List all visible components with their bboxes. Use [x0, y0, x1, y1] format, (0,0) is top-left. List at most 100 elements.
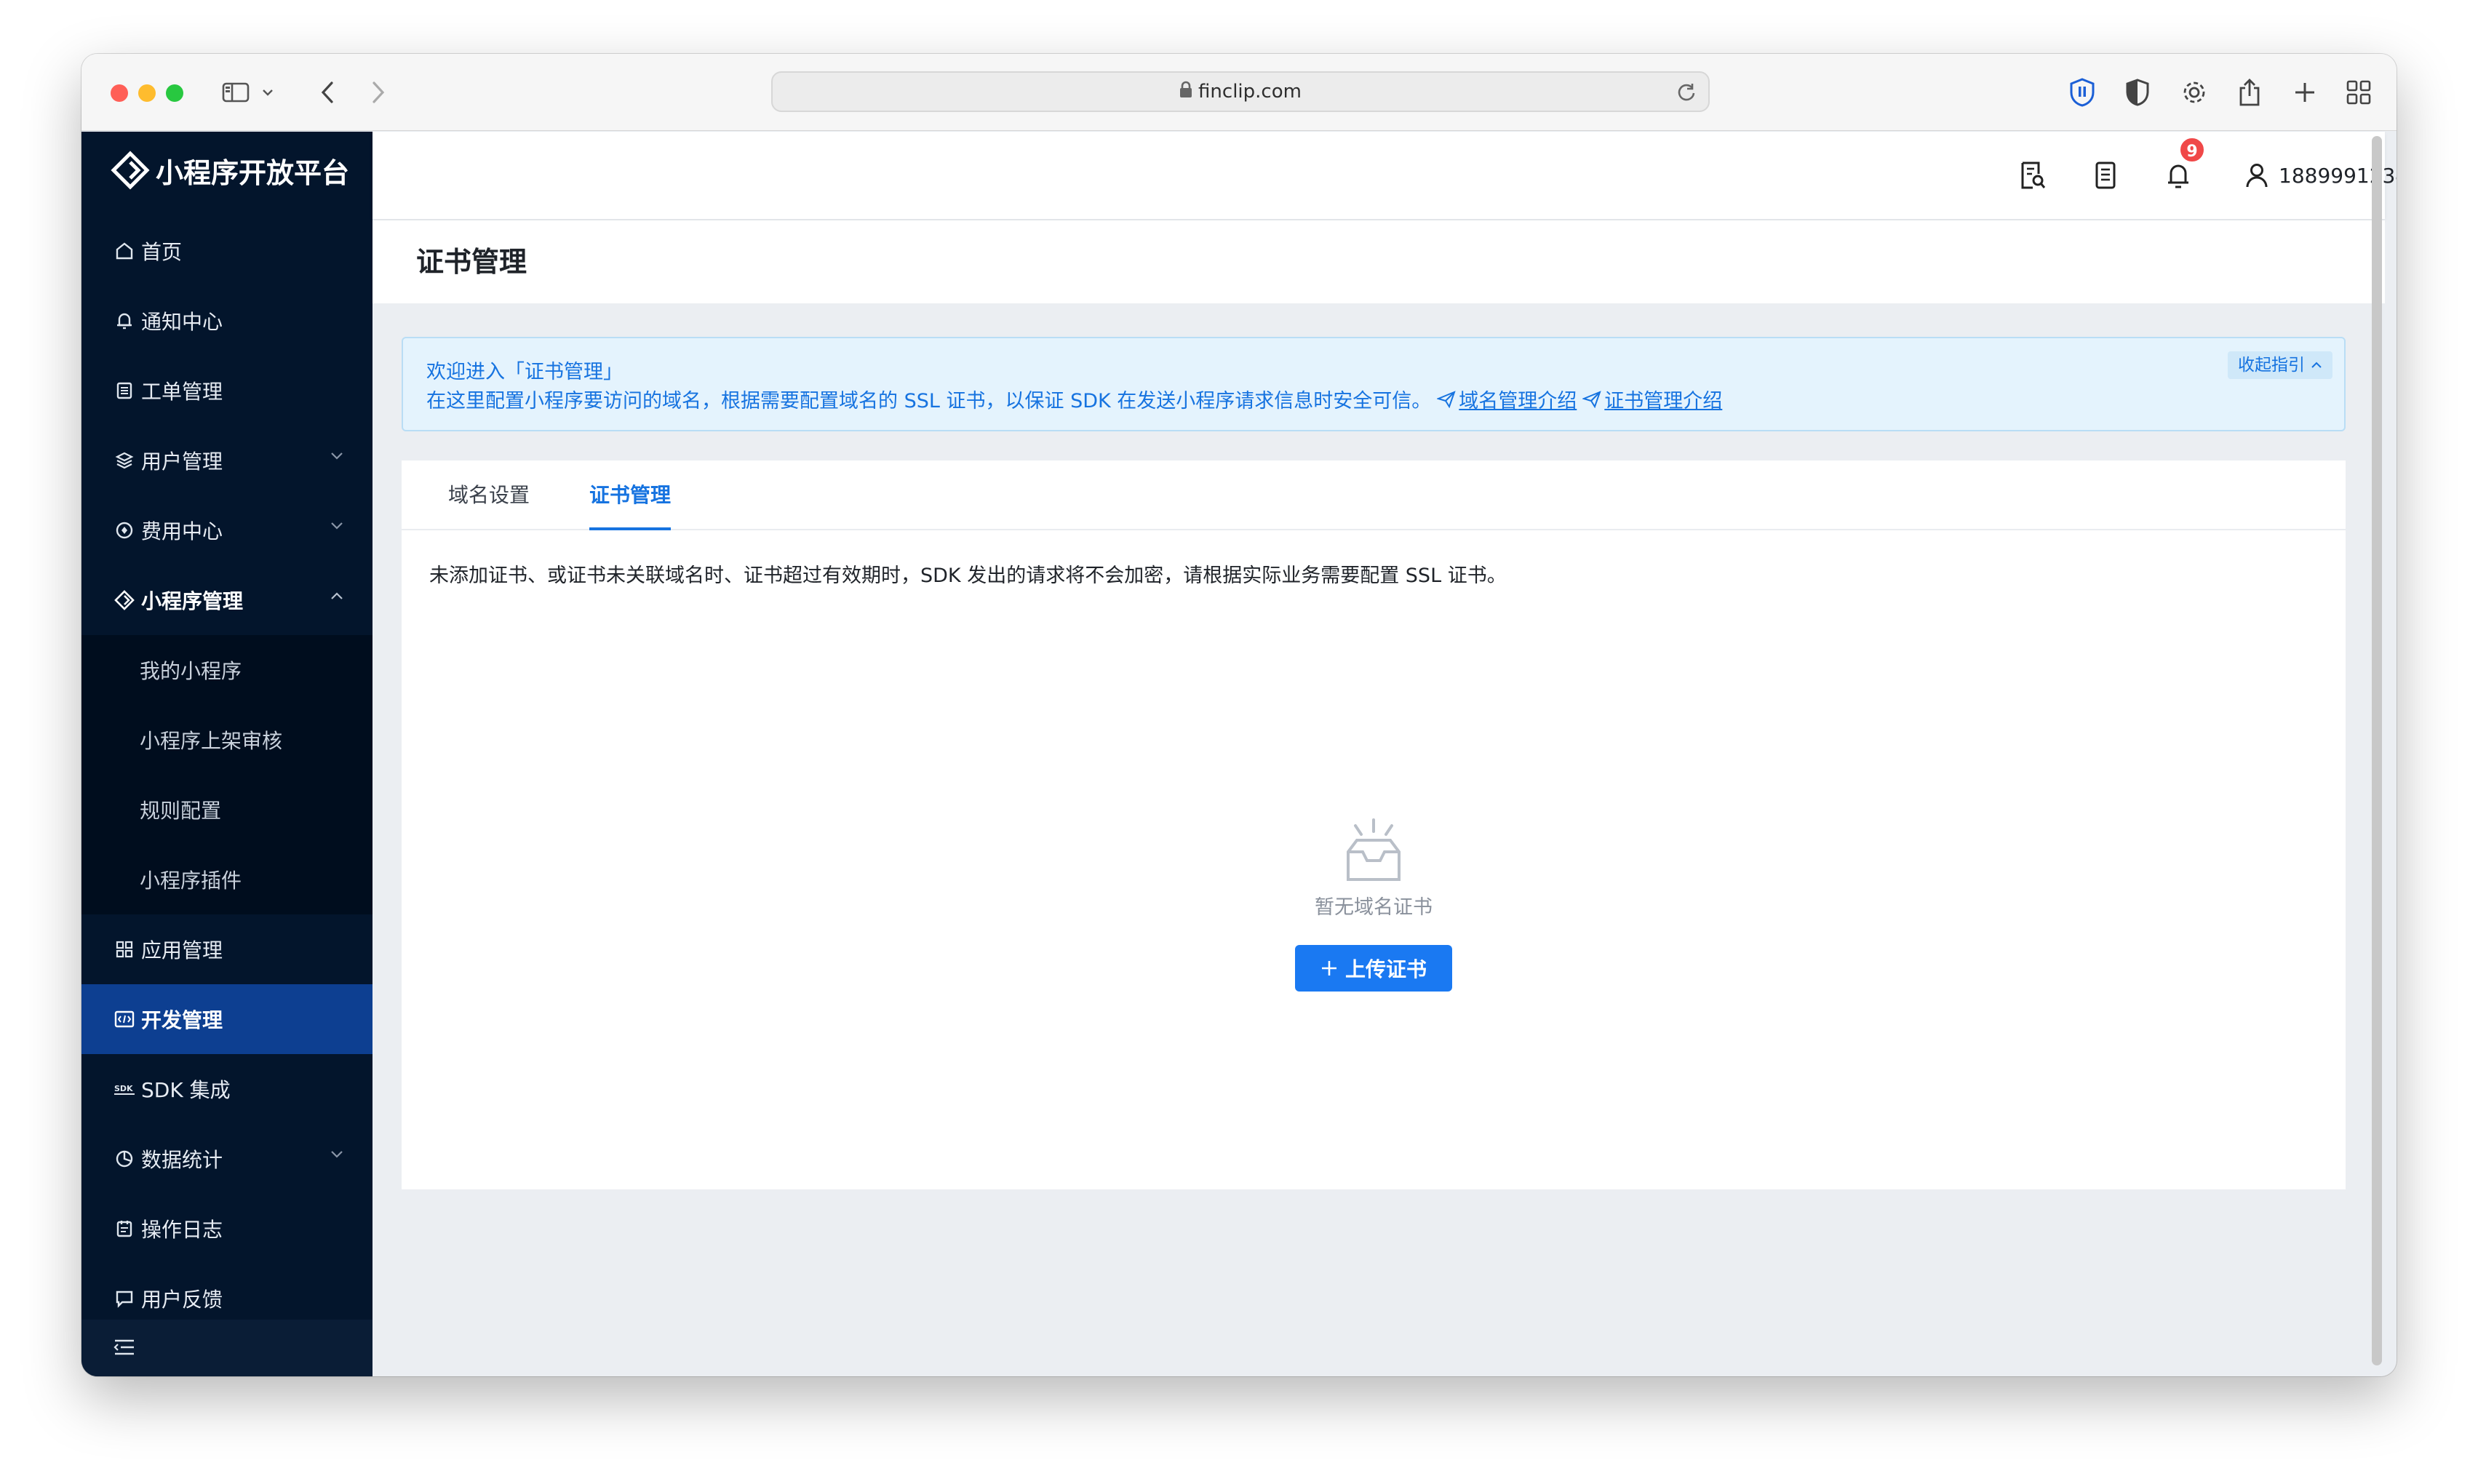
active-tab-indicator — [589, 527, 672, 530]
user-icon — [2245, 162, 2268, 188]
chevron-down-icon — [330, 452, 343, 460]
tab-bar: 域名设置 证书管理 — [402, 460, 2346, 530]
sidebar-item-sdk[interactable]: SDK SDK 集成 — [81, 1054, 373, 1124]
sidebar-item-logs[interactable]: 操作日志 — [81, 1194, 373, 1264]
sidebar-subitem-plugins[interactable]: 小程序插件 — [81, 845, 373, 914]
close-window-button[interactable] — [111, 84, 128, 102]
collapse-guide-button[interactable]: 收起指引 — [2228, 351, 2332, 379]
collapse-guide-label: 收起指引 — [2238, 356, 2305, 375]
feedback-icon — [113, 1288, 135, 1309]
sidebar-item-miniapp-management[interactable]: 小程序管理 — [81, 565, 373, 635]
chevron-down-icon — [330, 1150, 343, 1159]
notification-badge: 9 — [2178, 136, 2206, 164]
submenu-miniapp: 我的小程序 小程序上架审核 规则配置 小程序插件 — [81, 635, 373, 914]
svg-text:SDK: SDK — [114, 1084, 133, 1093]
back-icon[interactable] — [311, 76, 343, 108]
tab-overview-icon[interactable] — [2343, 76, 2375, 108]
sidebar-item-apps[interactable]: 应用管理 — [81, 914, 373, 984]
sidebar-item-tickets[interactable]: 工单管理 — [81, 356, 373, 426]
new-tab-icon[interactable] — [2289, 76, 2321, 108]
tab-domain-settings[interactable]: 域名设置 — [448, 460, 530, 530]
send-icon — [1437, 390, 1456, 408]
document-icon[interactable] — [2088, 158, 2123, 193]
share-icon[interactable] — [2234, 76, 2266, 108]
tab-label: 域名设置 — [448, 483, 530, 507]
bell-icon — [113, 310, 135, 332]
sidebar: 小程序开放平台 首页 通知中心 工单管理 用户管理 费用中心 小程序管理 我的小… — [81, 132, 373, 1376]
page-header: 证书管理 — [373, 220, 2385, 303]
sidebar-item-dev-management[interactable]: 开发管理 — [81, 984, 373, 1054]
sidebar-item-label: 应用管理 — [141, 938, 223, 962]
menu-collapse-icon[interactable] — [113, 1337, 135, 1357]
tab-cert-management[interactable]: 证书管理 — [589, 460, 672, 530]
guide-banner: 欢迎进入「证书管理」 在这里配置小程序要访问的域名，根据需要配置域名的 SSL … — [402, 337, 2346, 431]
sidebar-subitem-review[interactable]: 小程序上架审核 — [81, 705, 373, 775]
sidebar-subitem-my-miniapps[interactable]: 我的小程序 — [81, 635, 373, 705]
sidebar-item-label: 工单管理 — [141, 380, 223, 404]
sidebar-item-billing[interactable]: 费用中心 — [81, 495, 373, 565]
maximize-window-button[interactable] — [166, 84, 183, 102]
main-content: 9 18899912345 证书管理 欢迎进入「证书管理」 在这里配置小程序要访… — [373, 132, 2397, 1376]
sidebar-item-label: 用户反馈 — [141, 1288, 223, 1312]
browser-toolbar: finclip.com — [81, 54, 2397, 131]
reload-icon[interactable] — [1676, 81, 1697, 102]
tab-label: 证书管理 — [589, 483, 672, 507]
miniapp-icon — [113, 589, 135, 611]
sidebar-item-label: 我的小程序 — [140, 659, 242, 683]
address-bar[interactable]: finclip.com — [771, 71, 1710, 112]
upload-cert-label: 上传证书 — [1344, 957, 1427, 981]
home-icon — [113, 240, 135, 262]
logo[interactable]: 小程序开放平台 — [111, 151, 349, 190]
sidebar-item-label: 小程序上架审核 — [140, 729, 283, 753]
top-bar: 9 18899912345 — [373, 132, 2397, 219]
sidebar-item-statistics[interactable]: 数据统计 — [81, 1124, 373, 1194]
lock-icon — [1179, 73, 1192, 111]
empty-state: 暂无域名证书 — [402, 817, 2346, 919]
empty-state-text: 暂无域名证书 — [1315, 896, 1433, 919]
sidebar-item-label: 操作日志 — [141, 1218, 223, 1242]
content-panel: 域名设置 证书管理 未添加证书、或证书未关联域名时、证书超过有效期时，SDK 发… — [402, 460, 2346, 1189]
chevron-up-icon — [2311, 362, 2322, 369]
forward-icon[interactable] — [362, 76, 394, 108]
guide-description-row: 在这里配置小程序要访问的域名，根据需要配置域名的 SSL 证书，以保证 SDK … — [426, 385, 1722, 413]
sidebar-item-label: 费用中心 — [141, 519, 223, 543]
sidebar-item-label: 规则配置 — [140, 799, 222, 823]
logo-text: 小程序开放平台 — [156, 156, 350, 189]
cert-guide-link[interactable]: 证书管理介绍 — [1604, 385, 1722, 413]
sidebar-toggle-icon[interactable] — [220, 76, 252, 108]
code-icon — [113, 1008, 135, 1030]
guide-title: 欢迎进入「证书管理」 — [426, 361, 623, 383]
page-title: 证书管理 — [416, 246, 527, 278]
scrollbar[interactable] — [2372, 136, 2382, 1365]
empty-box-icon — [1334, 817, 1414, 887]
sidebar-item-label: 首页 — [141, 240, 183, 264]
sidebar-item-label: 小程序管理 — [141, 589, 244, 613]
browser-window: finclip.com 小程序开放平台 首页 通知中心 工单管理 用户管理 费用… — [81, 54, 2397, 1376]
privacy-icon[interactable] — [2122, 76, 2154, 108]
billing-icon — [113, 519, 135, 541]
plus-icon — [1320, 960, 1338, 977]
doc-search-icon[interactable] — [2015, 158, 2050, 193]
upload-cert-button[interactable]: 上传证书 — [1295, 945, 1452, 992]
sidebar-item-label: 小程序插件 — [140, 869, 242, 893]
sidebar-item-label: 开发管理 — [141, 1008, 223, 1032]
gear-icon[interactable] — [2178, 76, 2210, 108]
sidebar-subitem-rules[interactable]: 规则配置 — [81, 775, 373, 845]
sidebar-item-label: 用户管理 — [141, 450, 223, 474]
chevron-down-icon — [330, 522, 343, 530]
sidebar-item-home[interactable]: 首页 — [81, 216, 373, 286]
sidebar-footer — [81, 1320, 373, 1376]
sidebar-item-notifications[interactable]: 通知中心 — [81, 286, 373, 356]
minimize-window-button[interactable] — [138, 84, 156, 102]
chevron-down-icon[interactable] — [259, 76, 276, 108]
logo-icon — [111, 151, 150, 190]
layers-icon — [113, 450, 135, 471]
log-icon — [113, 1218, 135, 1240]
shield-icon[interactable] — [2066, 76, 2098, 108]
domain-guide-link[interactable]: 域名管理介绍 — [1459, 385, 1577, 413]
ssl-notice: 未添加证书、或证书未关联域名时、证书超过有效期时，SDK 发出的请求将不会加密，… — [429, 565, 1507, 587]
ticket-icon — [113, 380, 135, 402]
pie-chart-icon — [113, 1148, 135, 1170]
guide-description: 在这里配置小程序要访问的域名，根据需要配置域名的 SSL 证书，以保证 SDK … — [426, 390, 1432, 412]
sidebar-item-users[interactable]: 用户管理 — [81, 426, 373, 495]
